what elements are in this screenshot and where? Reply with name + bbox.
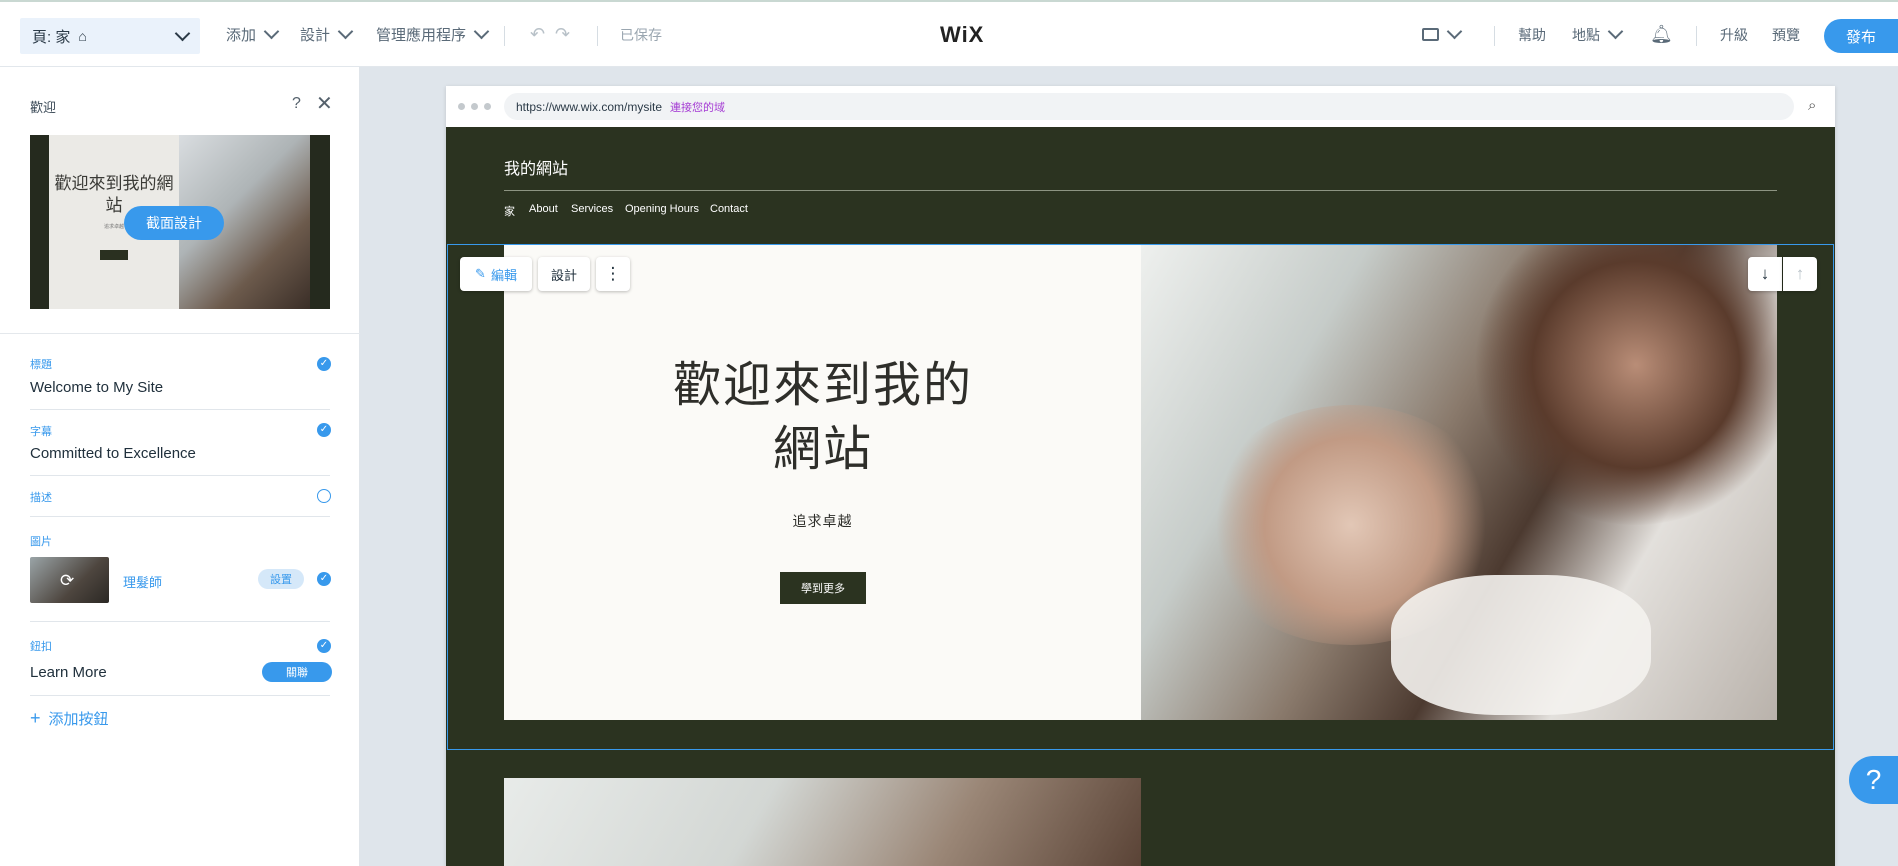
divider <box>30 695 330 696</box>
move-up-icon[interactable]: ↑ <box>1783 257 1817 291</box>
move-down-icon[interactable]: ↓ <box>1748 257 1782 291</box>
divider <box>1494 26 1495 46</box>
window-dot <box>458 103 465 110</box>
link-button[interactable]: 關聯 <box>262 662 332 682</box>
saved-status: 已保存 <box>620 26 662 43</box>
design-section-button[interactable]: 設計 <box>538 257 590 291</box>
address-bar: https://www.wix.com/mysite 連接您的域 <box>504 93 1794 120</box>
divider <box>597 26 598 46</box>
upgrade-link[interactable]: 升級 <box>1720 2 1748 67</box>
wix-logo: WiX <box>940 22 985 47</box>
divider <box>504 26 505 46</box>
add-menu-label: 添加 <box>226 27 257 44</box>
add-button-link[interactable]: + 添加按鈕 <box>30 708 109 729</box>
nav-item-contact[interactable]: Contact <box>710 203 748 215</box>
nav-item-opening-hours[interactable]: Opening Hours <box>625 203 699 215</box>
site-menu[interactable]: 地點 <box>1572 2 1624 67</box>
button-field-label: 鈕扣 <box>30 641 52 653</box>
help-link[interactable]: 幫助 <box>1518 2 1546 67</box>
chevron-down-icon <box>337 23 354 40</box>
site-title[interactable]: 我的網站 <box>504 155 568 179</box>
manage-apps-menu[interactable]: 管理應用程序 <box>376 2 490 67</box>
window-dot <box>471 103 478 110</box>
help-icon[interactable]: ? <box>292 95 301 113</box>
replace-image-icon[interactable]: ⟳ <box>60 571 74 591</box>
image-name[interactable]: 理髮師 <box>123 572 162 591</box>
edit-section-button[interactable]: ✎ 編輯 <box>460 257 532 291</box>
edit-section-label: 編輯 <box>490 267 517 283</box>
plus-icon: + <box>30 708 41 728</box>
checkmark-icon[interactable]: ✓ <box>317 357 331 371</box>
editor-canvas: https://www.wix.com/mysite 連接您的域 ⌕ 我的網站 … <box>446 86 1835 866</box>
undo-icon[interactable]: ↶ <box>530 2 545 67</box>
connect-domain-link[interactable]: 連接您的域 <box>670 99 725 115</box>
chevron-down-icon <box>473 23 490 40</box>
header-divider <box>504 190 1777 191</box>
divider <box>30 516 330 517</box>
selected-section-outline <box>447 244 1834 750</box>
panel-title: 歡迎 <box>30 100 57 115</box>
nav-item-services[interactable]: Services <box>571 203 613 215</box>
title-field[interactable]: Welcome to My Site <box>30 379 163 396</box>
home-icon: ⌂ <box>78 28 87 44</box>
button-text-field[interactable]: Learn More <box>30 664 107 681</box>
chevron-down-icon <box>263 23 280 40</box>
publish-button[interactable]: 發布 <box>1824 19 1898 53</box>
thumbnail-button <box>100 250 128 260</box>
site-page: 我的網站 家 About Services Opening Hours Cont… <box>446 127 1835 866</box>
site-url: https://www.wix.com/mysite <box>516 99 663 114</box>
notifications-bell-icon[interactable]: 🔔︎ <box>1650 2 1673 67</box>
image-field-label: 圖片 <box>30 536 52 548</box>
section-settings-panel: 歡迎 ? ✕ 歡迎來到我的網站 追求卓越 截面設計 標題 ✓ Welcome t… <box>0 67 360 866</box>
divider <box>30 409 330 410</box>
next-section-image[interactable] <box>504 778 1141 866</box>
divider <box>0 333 360 334</box>
window-dot <box>484 103 491 110</box>
add-menu[interactable]: 添加 <box>226 2 280 67</box>
desktop-icon <box>1422 28 1439 41</box>
top-bar: 頁: 家 ⌂ 添加 設計 管理應用程序 ↶ ↷ 已保存 WiX 幫助 地點 🔔︎… <box>0 0 1898 67</box>
manage-apps-menu-label: 管理應用程序 <box>376 27 467 44</box>
nav-item-home[interactable]: 家 <box>504 203 515 219</box>
image-settings-button[interactable]: 設置 <box>258 569 304 589</box>
title-field-label: 標題 <box>30 359 52 371</box>
design-menu[interactable]: 設計 <box>300 2 354 67</box>
help-question-icon[interactable]: ? <box>1849 756 1898 804</box>
more-actions-icon[interactable]: ⋮ <box>596 257 630 291</box>
pencil-icon: ✎ <box>475 266 486 281</box>
subtitle-field-label: 字幕 <box>30 426 52 438</box>
design-menu-label: 設計 <box>300 27 331 44</box>
change-design-button[interactable]: 截面設計 <box>124 206 224 240</box>
device-switcher[interactable] <box>1422 2 1463 67</box>
image-thumbnail[interactable]: ⟳ <box>30 557 109 603</box>
divider <box>30 475 330 476</box>
browser-bar: https://www.wix.com/mysite 連接您的域 ⌕ <box>446 86 1835 127</box>
page-selector[interactable]: 頁: 家 ⌂ <box>20 18 200 54</box>
checkmark-icon[interactable]: ✓ <box>317 572 331 586</box>
nav-item-about[interactable]: About <box>529 203 558 215</box>
empty-circle-icon[interactable] <box>317 489 331 503</box>
chevron-down-icon <box>1607 23 1624 40</box>
checkmark-icon[interactable]: ✓ <box>317 639 331 653</box>
chevron-down-icon <box>1446 23 1463 40</box>
subtitle-field[interactable]: Committed to Excellence <box>30 445 196 462</box>
site-menu-label: 地點 <box>1572 26 1600 43</box>
zoom-icon[interactable]: ⌕ <box>1808 97 1816 114</box>
checkmark-icon[interactable]: ✓ <box>317 423 331 437</box>
close-icon[interactable]: ✕ <box>316 91 333 116</box>
description-field-label: 描述 <box>30 492 52 504</box>
page-selector-label: 頁: 家 <box>32 28 71 46</box>
chevron-down-icon <box>174 25 191 41</box>
divider <box>30 621 330 622</box>
add-button-label: 添加按鈕 <box>48 711 109 728</box>
divider <box>1696 26 1697 46</box>
preview-link[interactable]: 預覽 <box>1772 2 1800 67</box>
redo-icon[interactable]: ↷ <box>555 2 570 67</box>
